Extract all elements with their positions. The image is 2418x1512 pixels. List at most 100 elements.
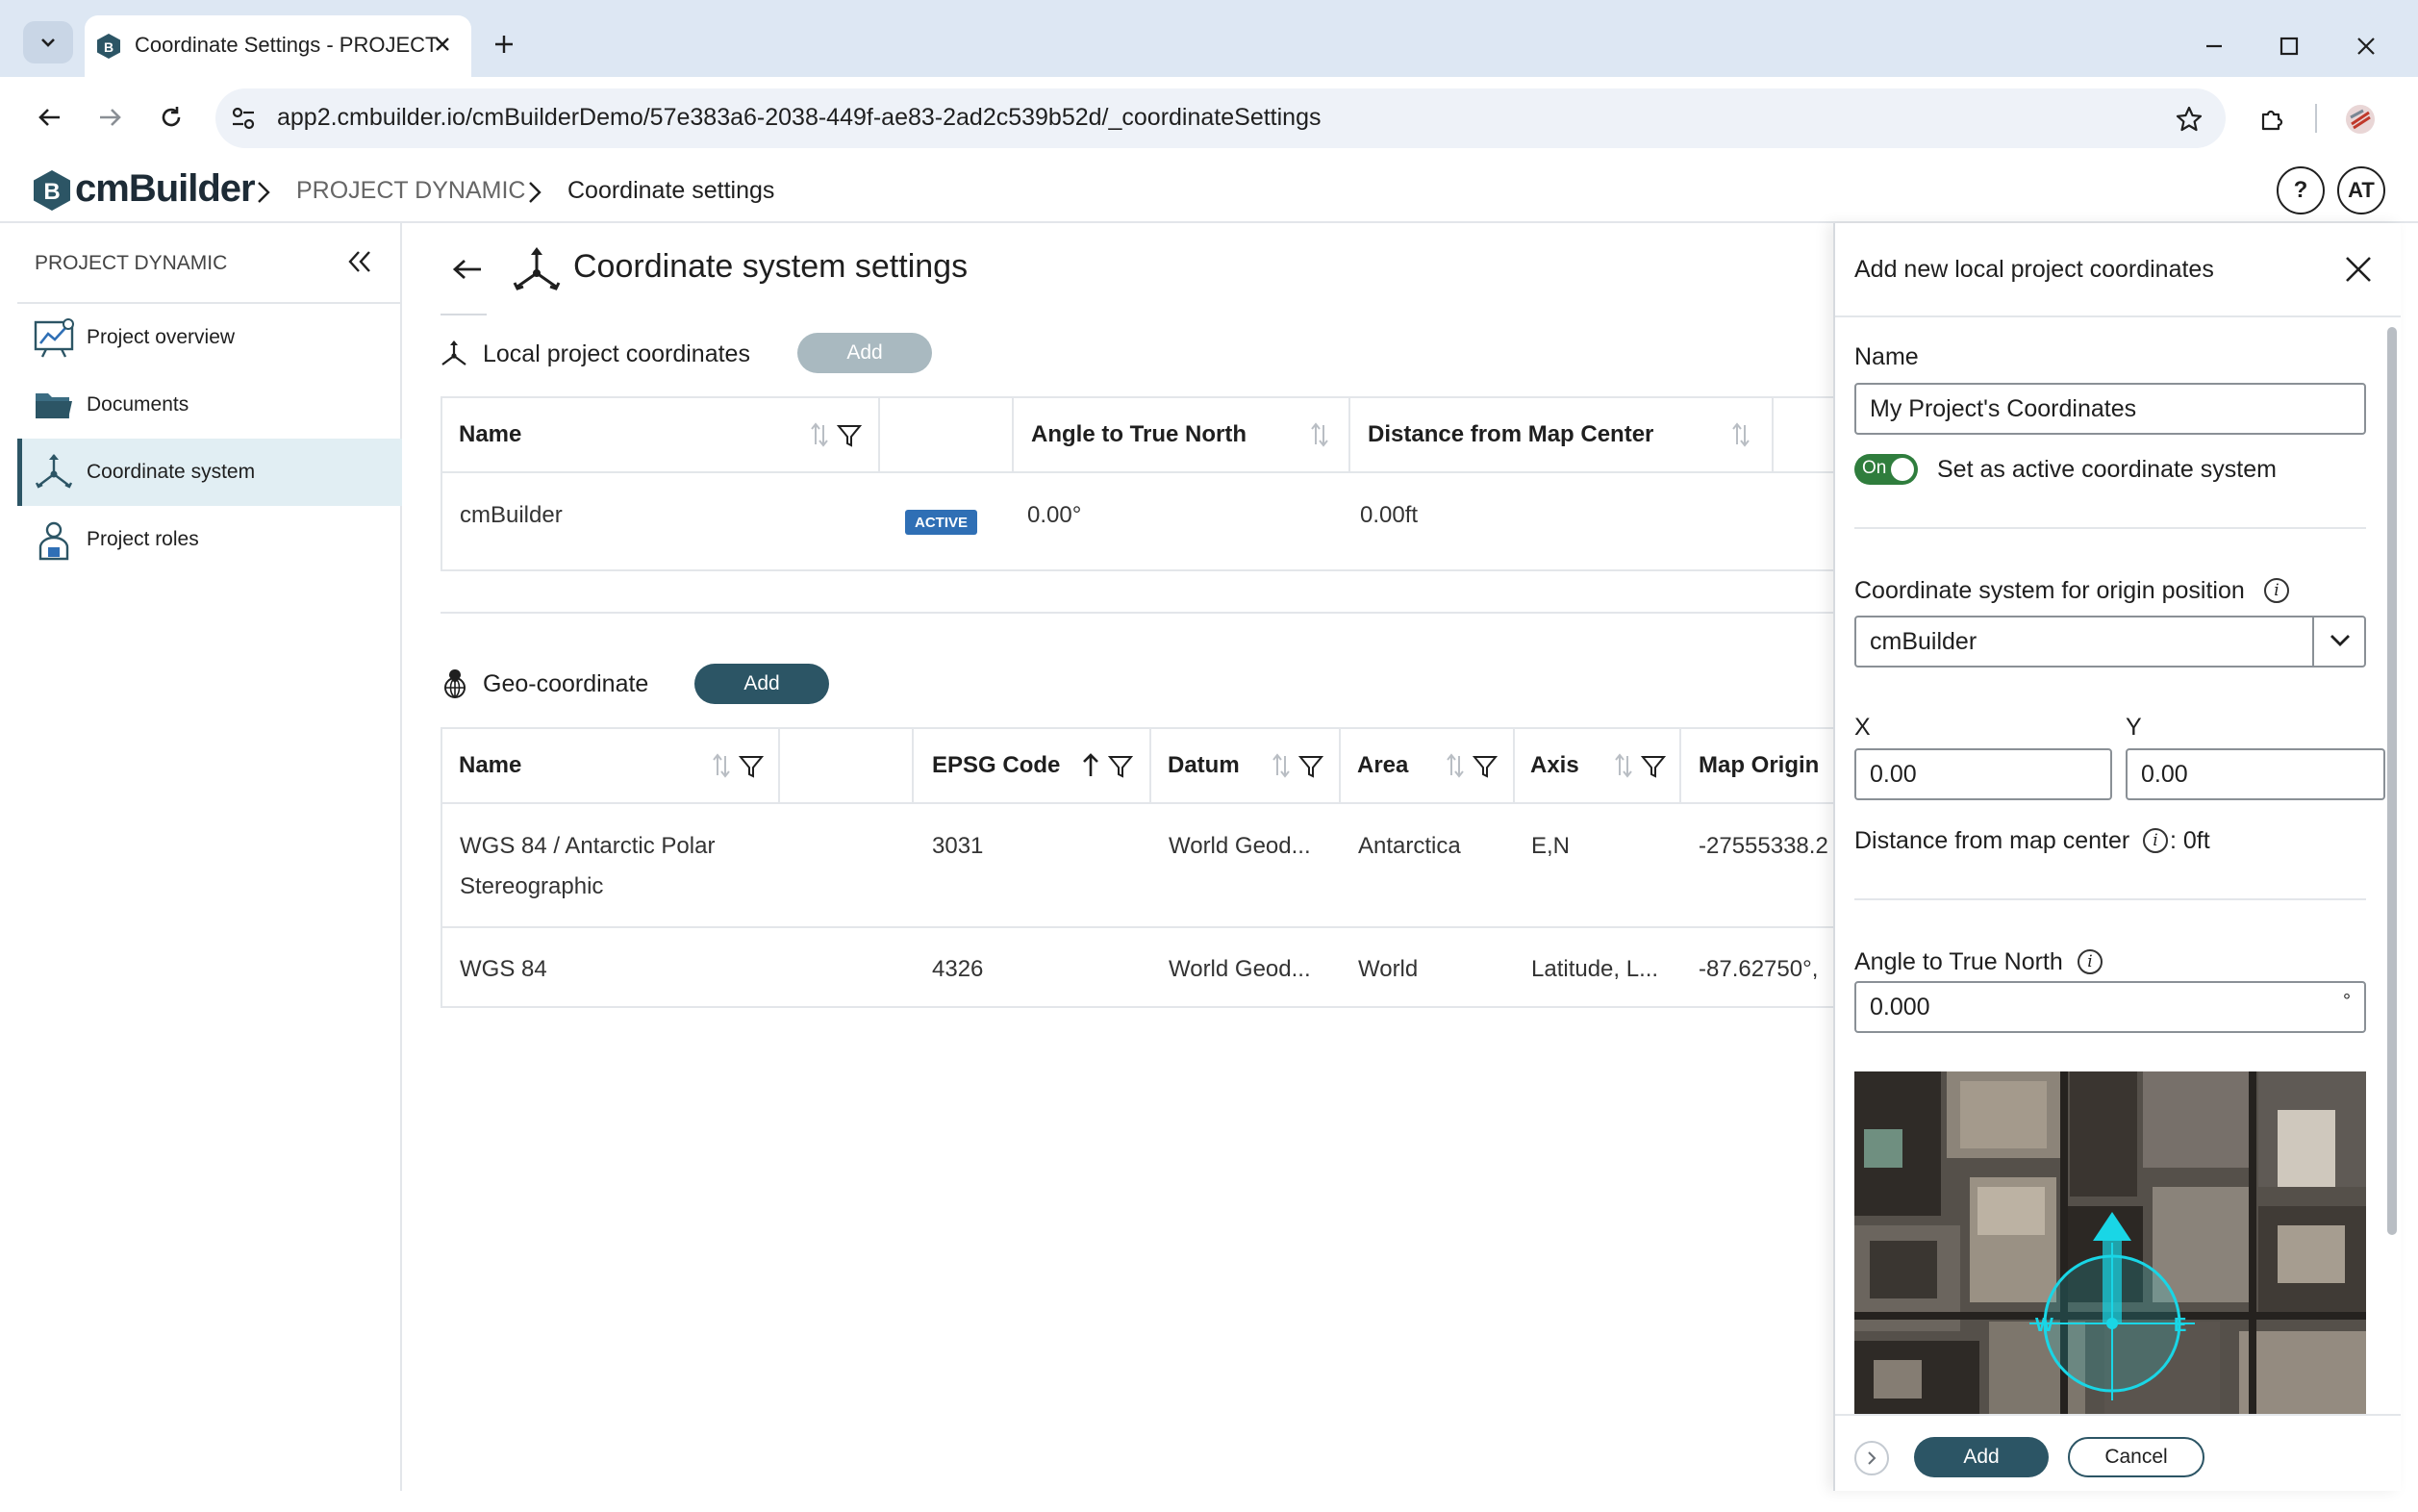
maximize-button[interactable] xyxy=(2264,21,2314,71)
map-preview[interactable]: W E xyxy=(1854,1071,2366,1414)
sort-icon[interactable] xyxy=(1731,421,1751,448)
double-chevron-left-icon xyxy=(348,251,370,272)
reload-icon xyxy=(162,107,181,127)
panel-scrollbar[interactable] xyxy=(2387,327,2397,1235)
info-icon[interactable]: i xyxy=(2143,828,2168,853)
minimize-icon xyxy=(2206,44,2222,48)
cell-name-continued: Stereographic xyxy=(460,873,604,899)
sort-icon[interactable] xyxy=(1614,752,1633,779)
logo-text[interactable]: cmBuilder xyxy=(75,167,256,211)
back-arrow-button[interactable] xyxy=(442,244,492,294)
panel-close-button[interactable] xyxy=(2333,244,2383,294)
back-button[interactable] xyxy=(25,92,75,142)
cell-name: cmBuilder xyxy=(460,502,563,528)
filter-icon[interactable] xyxy=(837,423,862,448)
column-header-datum[interactable]: Datum xyxy=(1168,752,1240,779)
cell-datum: World Geod... xyxy=(1169,833,1311,859)
profile-button[interactable] xyxy=(2335,94,2385,144)
column-header-axis[interactable]: Axis xyxy=(1530,752,1579,779)
help-button[interactable]: ? xyxy=(2277,166,2325,214)
sidebar-item-project-roles[interactable]: Project roles xyxy=(17,506,402,573)
add-geo-coordinate-button[interactable]: Add xyxy=(694,664,829,704)
toolbar-divider xyxy=(2315,104,2317,133)
y-input[interactable]: 0.00 xyxy=(2126,748,2385,800)
plus-icon xyxy=(495,36,513,53)
cell-name: WGS 84 / Antarctic Polar xyxy=(460,833,716,859)
cell-axis: Latitude, L... xyxy=(1531,956,1659,982)
collapse-sidebar-button[interactable] xyxy=(335,237,385,287)
url-text[interactable]: app2.cmbuilder.io/cmBuilderDemo/57e383a6… xyxy=(277,104,1321,132)
add-local-coordinates-button[interactable]: Add xyxy=(797,333,932,373)
cell-datum: World Geod... xyxy=(1169,956,1311,982)
table-row[interactable] xyxy=(442,473,1833,569)
panel-add-button[interactable]: Add xyxy=(1914,1437,2049,1477)
maximize-icon xyxy=(2279,37,2299,56)
sidebar-item-project-overview[interactable]: Project overview xyxy=(17,304,402,371)
chevron-down-icon[interactable] xyxy=(2328,631,2353,650)
filter-icon[interactable] xyxy=(1108,754,1133,779)
x-input[interactable]: 0.00 xyxy=(1854,748,2112,800)
minimize-button[interactable] xyxy=(2189,21,2239,71)
toggle-state-label: On xyxy=(1862,458,1887,478)
filter-icon[interactable] xyxy=(1473,754,1498,779)
axes-icon xyxy=(33,451,75,493)
cell-area: Antarctica xyxy=(1358,833,1461,859)
distance-label: Distance from map center xyxy=(1854,827,2130,854)
logo-mark-icon: B xyxy=(33,169,71,212)
new-tab-button[interactable] xyxy=(481,21,527,67)
column-header-name[interactable]: Name xyxy=(459,421,521,448)
filter-icon[interactable] xyxy=(1298,754,1323,779)
sort-icon[interactable] xyxy=(810,421,829,448)
sort-icon[interactable] xyxy=(712,752,731,779)
sort-icon[interactable] xyxy=(1272,752,1291,779)
column-header-distance[interactable]: Distance from Map Center xyxy=(1368,421,1653,448)
cell-map-origin: -27555338.2 xyxy=(1699,833,1828,859)
site-info-icon[interactable] xyxy=(229,104,258,133)
name-label: Name xyxy=(1854,343,1919,370)
sort-ascending-icon[interactable] xyxy=(1081,752,1100,779)
sort-icon[interactable] xyxy=(1446,752,1465,779)
angle-input[interactable]: 0.000 xyxy=(1854,981,2366,1033)
reload-button[interactable] xyxy=(146,92,196,142)
sidebar-item-coordinate-system[interactable]: Coordinate system xyxy=(17,439,402,506)
sidebar-item-documents[interactable]: Documents xyxy=(17,371,402,439)
origin-system-select[interactable]: cmBuilder xyxy=(1854,616,2366,668)
cell-map-origin: -87.62750°, xyxy=(1699,956,1819,982)
column-header-name[interactable]: Name xyxy=(459,752,521,779)
globe-pin-icon xyxy=(442,668,467,700)
column-header-map-origin[interactable]: Map Origin xyxy=(1699,752,1819,779)
folder-icon xyxy=(33,384,75,426)
table-row[interactable] xyxy=(442,804,1833,926)
breadcrumb-current-page: Coordinate settings xyxy=(567,177,775,204)
active-toggle[interactable]: On xyxy=(1854,454,1918,485)
close-icon xyxy=(436,38,449,51)
panel-divider xyxy=(1854,527,2366,529)
sort-icon[interactable] xyxy=(1310,421,1329,448)
bookmark-button[interactable] xyxy=(2164,94,2214,144)
axes-icon xyxy=(439,339,469,369)
panel-cancel-button[interactable]: Cancel xyxy=(2068,1437,2204,1477)
column-header-area[interactable]: Area xyxy=(1357,752,1408,779)
aerial-map-image: W E xyxy=(1854,1071,2366,1414)
user-avatar-button[interactable]: AT xyxy=(2337,166,2385,214)
column-header-epsg-code[interactable]: EPSG Code xyxy=(932,752,1060,779)
column-header-angle[interactable]: Angle to True North xyxy=(1031,421,1247,448)
info-icon[interactable]: i xyxy=(2078,949,2103,974)
filter-icon[interactable] xyxy=(739,754,764,779)
tab-title: Coordinate Settings - PROJECT xyxy=(135,33,439,57)
tab-search-button[interactable] xyxy=(23,21,73,63)
chevron-down-icon xyxy=(41,38,55,47)
breadcrumb-project[interactable]: PROJECT DYNAMIC xyxy=(296,177,525,205)
expand-panel-button[interactable] xyxy=(1854,1441,1889,1475)
title-underline xyxy=(441,314,487,315)
info-icon[interactable]: i xyxy=(2264,578,2289,603)
extensions-button[interactable] xyxy=(2247,94,2297,144)
select-divider xyxy=(2312,617,2314,666)
column-separator xyxy=(778,729,780,802)
name-input[interactable]: My Project's Coordinates xyxy=(1854,383,2366,435)
tab-close-button[interactable] xyxy=(419,21,466,67)
window-close-button[interactable] xyxy=(2341,21,2391,71)
column-separator xyxy=(1339,729,1341,802)
filter-icon[interactable] xyxy=(1641,754,1666,779)
forward-button[interactable] xyxy=(85,92,135,142)
